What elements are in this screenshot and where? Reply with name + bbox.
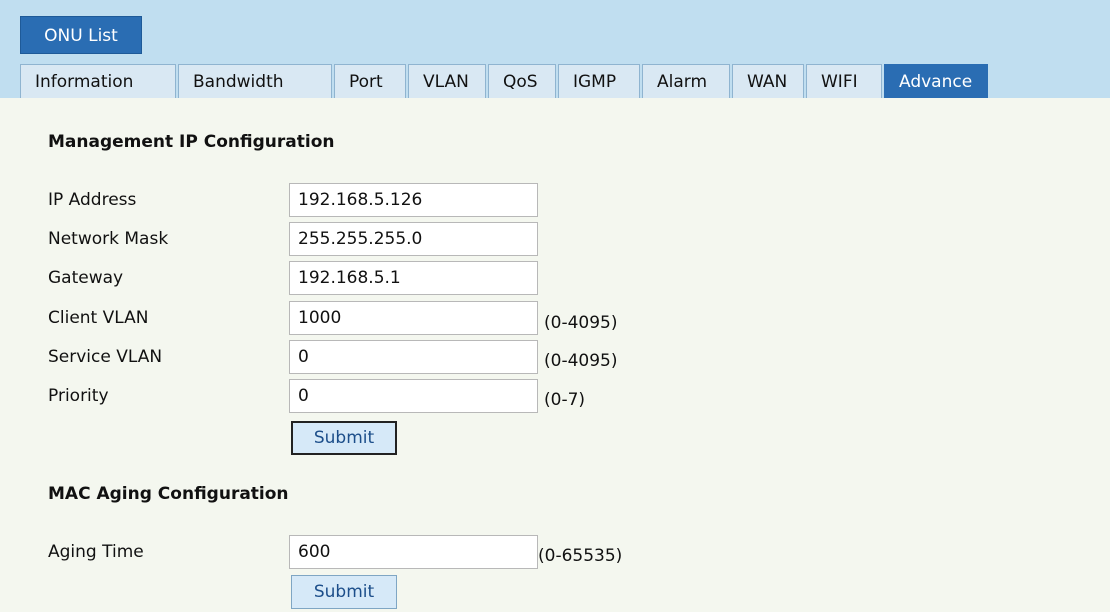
client-vlan-range: (0-4095)	[544, 313, 618, 333]
tab-qos[interactable]: QoS	[488, 64, 556, 98]
tab-advance[interactable]: Advance	[884, 64, 988, 98]
top-header: ONU List Information Bandwidth Port VLAN…	[0, 0, 1110, 98]
service-vlan-label: Service VLAN	[48, 347, 163, 367]
ip-address-input[interactable]	[289, 183, 538, 217]
aging-time-range: (0-65535)	[538, 546, 623, 566]
client-vlan-input[interactable]	[289, 301, 538, 335]
tab-wifi[interactable]: WIFI	[806, 64, 882, 98]
priority-label: Priority	[48, 386, 109, 406]
aging-time-label: Aging Time	[48, 542, 144, 562]
priority-input[interactable]	[289, 379, 538, 413]
network-mask-label: Network Mask	[48, 229, 169, 249]
tab-bar: Information Bandwidth Port VLAN QoS IGMP…	[20, 64, 990, 98]
tab-bandwidth[interactable]: Bandwidth	[178, 64, 332, 98]
service-vlan-range: (0-4095)	[544, 351, 618, 371]
gateway-label: Gateway	[48, 268, 124, 288]
tab-vlan[interactable]: VLAN	[408, 64, 486, 98]
ip-address-label: IP Address	[48, 190, 137, 210]
tab-information[interactable]: Information	[20, 64, 176, 98]
tab-igmp[interactable]: IGMP	[558, 64, 640, 98]
tab-alarm[interactable]: Alarm	[642, 64, 730, 98]
management-submit-button[interactable]: Submit	[291, 421, 397, 455]
tab-wan[interactable]: WAN	[732, 64, 804, 98]
mac-aging-submit-button[interactable]: Submit	[291, 575, 397, 609]
priority-range: (0-7)	[544, 390, 586, 410]
gateway-input[interactable]	[289, 261, 538, 295]
network-mask-input[interactable]	[289, 222, 538, 256]
service-vlan-input[interactable]	[289, 340, 538, 374]
tab-port[interactable]: Port	[334, 64, 406, 98]
client-vlan-label: Client VLAN	[48, 308, 149, 328]
onu-list-button[interactable]: ONU List	[20, 16, 142, 54]
management-ip-title: Management IP Configuration	[48, 132, 335, 152]
mac-aging-title: MAC Aging Configuration	[48, 484, 289, 504]
aging-time-input[interactable]	[289, 535, 538, 569]
